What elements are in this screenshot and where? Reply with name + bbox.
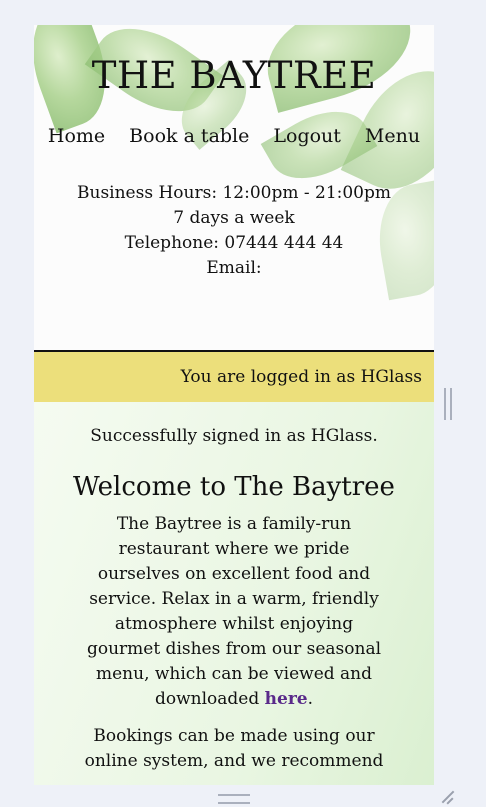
business-days: 7 days a week <box>173 208 295 228</box>
site-header: THE BAYTREE Home Book a table Logout Men… <box>34 25 434 350</box>
signed-in-message: Successfully signed in as HGlass. <box>90 426 378 446</box>
page: THE BAYTREE Home Book a table Logout Men… <box>34 25 434 785</box>
email: Email: <box>206 258 262 278</box>
nav-menu-link[interactable]: Menu <box>365 125 420 147</box>
intro-end: . <box>307 689 313 709</box>
business-info: Business Hours: 12:00pm - 21:00pm 7 days… <box>34 181 434 281</box>
business-hours: Business Hours: 12:00pm - 21:00pm <box>77 183 391 203</box>
login-status-bar: You are logged in as HGlass <box>34 352 434 402</box>
main-content: Successfully signed in as HGlass. Welcom… <box>34 402 434 785</box>
bookings-paragraph: Bookings can be made using our online sy… <box>84 726 384 771</box>
site-title: THE BAYTREE <box>91 54 377 97</box>
resize-grip-icon[interactable] <box>438 788 454 804</box>
telephone: Telephone: 07444 444 44 <box>124 233 344 253</box>
nav-logout-link[interactable]: Logout <box>273 125 341 147</box>
intro-text: The Baytree is a family-run restaurant w… <box>86 514 382 709</box>
menu-download-link[interactable]: here <box>265 689 308 709</box>
login-status-text: You are logged in as HGlass <box>180 367 422 387</box>
main-nav: Home Book a table Logout Menu <box>34 125 434 147</box>
browser-frame: THE BAYTREE Home Book a table Logout Men… <box>0 0 486 807</box>
nav-book-link[interactable]: Book a table <box>129 125 249 147</box>
intro-paragraph: The Baytree is a family-run restaurant w… <box>54 512 414 712</box>
horizontal-drag-handle[interactable] <box>218 794 250 804</box>
vertical-drag-handle[interactable] <box>444 388 452 420</box>
welcome-heading: Welcome to The Baytree <box>73 472 395 502</box>
nav-home-link[interactable]: Home <box>48 125 105 147</box>
